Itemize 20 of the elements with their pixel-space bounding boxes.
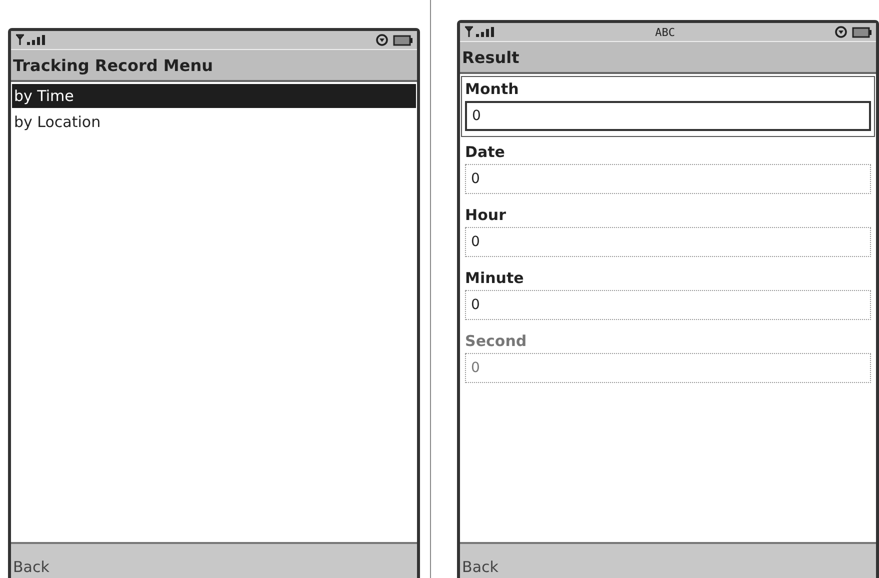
input-field[interactable]: 0 — [465, 101, 872, 131]
signal-icon — [15, 34, 47, 46]
screen-title: Result — [462, 48, 520, 66]
screen-title: Tracking Record Menu — [13, 56, 213, 74]
back-softkey[interactable]: Back — [462, 558, 498, 576]
field-label: Second — [465, 332, 528, 350]
input-field[interactable]: 0 — [465, 227, 872, 257]
battery-icon — [393, 34, 414, 46]
menu-item[interactable]: by Time — [12, 84, 416, 108]
field-label: Minute — [465, 269, 525, 287]
field-label: Hour — [465, 206, 507, 224]
input-mode: ABC — [655, 26, 675, 38]
input-field[interactable]: 0 — [465, 290, 872, 320]
battery-icon — [852, 26, 872, 38]
signal-icon — [464, 26, 496, 38]
field-label: Date — [465, 143, 506, 161]
back-softkey[interactable]: Back — [13, 558, 50, 576]
menu-item[interactable]: by Location — [12, 110, 416, 134]
field-label: Month — [465, 80, 520, 98]
input-field[interactable]: 0 — [465, 164, 872, 194]
